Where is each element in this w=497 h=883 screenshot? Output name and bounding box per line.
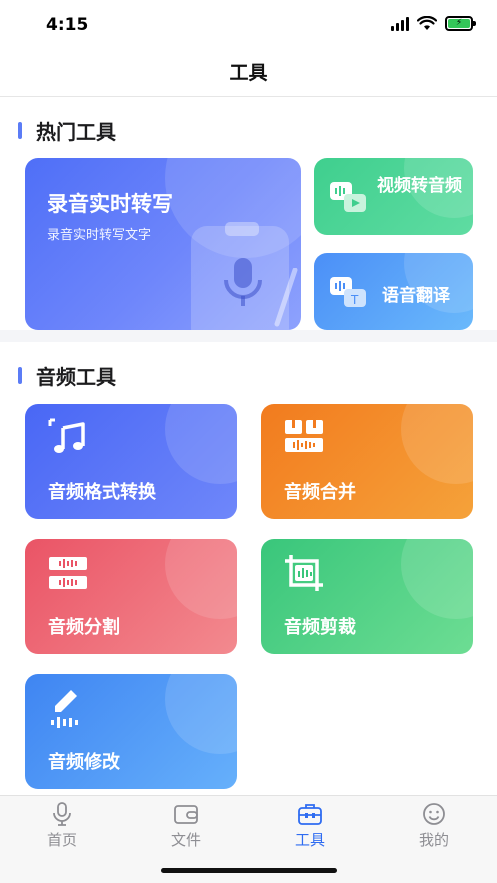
card-decoration: [165, 674, 237, 754]
wifi-icon: [417, 16, 437, 30]
edit-pen-icon: [51, 690, 78, 728]
cellular-signal-icon: [391, 16, 409, 31]
section-header-audio-tools: 音频工具: [18, 361, 116, 390]
wallet-icon: [174, 805, 198, 824]
realtime-transcribe-card[interactable]: 录音实时转写 录音实时转写文字: [25, 158, 301, 330]
merge-icon: [285, 420, 323, 452]
translate-icon: T: [330, 277, 366, 307]
tab-files[interactable]: 文件: [146, 802, 226, 850]
home-indicator: [161, 868, 337, 873]
card-subtitle: 录音实时转写文字: [47, 228, 152, 243]
audio-format-convert-card[interactable]: 音频格式转换: [25, 404, 237, 519]
svg-text:T: T: [350, 293, 359, 307]
tab-profile[interactable]: 我的: [394, 802, 474, 850]
card-title: 录音实时转写: [47, 192, 173, 216]
audio-merge-card[interactable]: 音频合并: [261, 404, 473, 519]
card-decoration: [401, 404, 473, 484]
section-accent-bar: [18, 367, 22, 384]
nav-divider: [0, 96, 497, 97]
crop-icon: [285, 555, 323, 591]
microphone-icon: [53, 802, 71, 826]
split-icon: [49, 557, 87, 589]
card-label: 音频剪裁: [284, 617, 356, 638]
section-title: 热门工具: [36, 120, 116, 144]
card-decoration: [165, 539, 237, 619]
video-to-audio-icon: [330, 182, 366, 212]
tab-label: 我的: [418, 831, 449, 849]
music-note-icon: [48, 418, 85, 453]
audio-trim-card[interactable]: 音频剪裁: [261, 539, 473, 654]
card-label: 音频分割: [48, 617, 120, 638]
section-separator: [0, 330, 497, 342]
card-label: 视频转音频: [377, 176, 462, 196]
audio-edit-card[interactable]: 音频修改: [25, 674, 237, 789]
tab-label: 首页: [46, 831, 77, 849]
battery-charging-bolt-icon: ⚡: [448, 19, 470, 28]
tab-label: 工具: [294, 831, 325, 849]
section-header-hot-tools: 热门工具: [18, 116, 116, 145]
card-decoration: [401, 539, 473, 619]
clipboard-clip: [225, 222, 259, 236]
status-time: 4:15: [46, 15, 89, 35]
card-label: 音频修改: [48, 752, 120, 773]
smiley-icon: [423, 803, 445, 825]
battery-icon: ⚡: [445, 16, 476, 31]
tab-tools[interactable]: 工具: [270, 802, 350, 850]
card-label: 语音翻译: [382, 286, 450, 306]
pen-illustration: [274, 268, 298, 327]
card-decoration: [165, 404, 237, 484]
video-to-audio-card[interactable]: 视频转音频: [314, 158, 473, 235]
tab-home[interactable]: 首页: [22, 802, 102, 850]
voice-translate-card[interactable]: T 语音翻译: [314, 253, 473, 330]
section-accent-bar: [18, 122, 22, 139]
tab-label: 文件: [170, 831, 201, 849]
section-title: 音频工具: [36, 365, 116, 389]
card-label: 音频合并: [284, 482, 356, 503]
card-label: 音频格式转换: [48, 482, 156, 503]
microphone-icon: [224, 258, 262, 306]
toolbox-icon: [298, 804, 322, 825]
page-title: 工具: [229, 62, 268, 84]
status-bar: 4:15 ⚡: [0, 0, 497, 48]
audio-split-card[interactable]: 音频分割: [25, 539, 237, 654]
status-icons: ⚡: [391, 16, 476, 31]
